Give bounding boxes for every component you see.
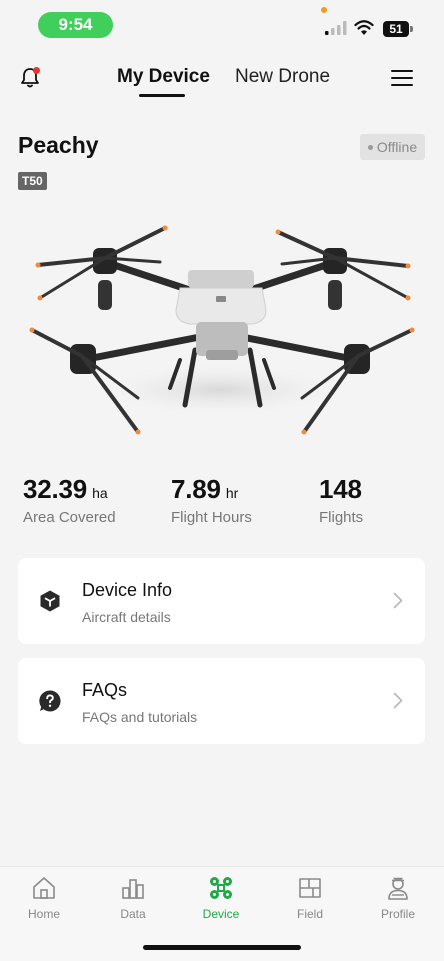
tab-label: Device xyxy=(202,907,240,921)
card-subtitle: Aircraft details xyxy=(82,609,171,625)
stat-value: 32.39 xyxy=(23,474,88,504)
status-badge: Offline xyxy=(360,134,425,160)
profile-icon xyxy=(388,877,408,900)
tab-device[interactable]: Device xyxy=(181,875,261,921)
stat-label: Area Covered xyxy=(23,509,116,526)
card-title: Device Info xyxy=(82,580,173,600)
notification-dot xyxy=(33,67,40,74)
stat-value: 148 xyxy=(319,474,362,504)
active-tab-indicator xyxy=(139,94,185,97)
question-bubble-icon xyxy=(39,690,61,712)
tab-profile[interactable]: Profile xyxy=(358,875,438,921)
device-name: Peachy xyxy=(18,132,99,158)
stat-value-row: 7.89 hr xyxy=(171,474,252,505)
tab-label: Data xyxy=(120,907,146,921)
card-title: FAQs xyxy=(82,680,128,700)
wifi-icon xyxy=(354,20,374,35)
status-text: Offline xyxy=(376,139,418,155)
cube-icon xyxy=(40,590,60,612)
stat-unit: hr xyxy=(225,485,239,501)
chevron-right-icon xyxy=(393,592,403,609)
menu-icon[interactable] xyxy=(391,70,413,86)
tab-label: Field xyxy=(296,907,323,921)
home-indicator xyxy=(143,945,301,950)
stat-value-row: 32.39 ha xyxy=(23,474,116,505)
status-dot xyxy=(367,144,373,150)
field-map-icon xyxy=(299,878,321,898)
stat-label: Flights xyxy=(319,509,364,526)
cellular-signal-icon xyxy=(325,21,347,35)
tab-field[interactable]: Field xyxy=(270,875,350,921)
tab-home[interactable]: Home xyxy=(4,875,84,921)
faqs-card[interactable]: FAQs FAQs and tutorials xyxy=(18,658,425,744)
device-info-card[interactable]: Device Info Aircraft details xyxy=(18,558,425,644)
stat-label: Flight Hours xyxy=(171,509,252,526)
home-icon xyxy=(33,877,55,899)
drone-icon xyxy=(210,877,232,899)
tab-new-drone[interactable]: New Drone xyxy=(235,66,330,88)
tab-data[interactable]: Data xyxy=(93,875,173,921)
card-subtitle: FAQs and tutorials xyxy=(82,709,198,725)
status-time: 9:54 xyxy=(38,12,113,38)
tab-label: Profile xyxy=(380,907,415,921)
stat-flight-hours: 7.89 hr Flight Hours xyxy=(171,474,252,526)
stat-flights: 148 Flights xyxy=(319,474,363,526)
privacy-indicator-dot xyxy=(321,7,327,13)
stat-value-row: 148 xyxy=(319,474,363,505)
tab-my-device[interactable]: My Device xyxy=(117,66,210,88)
drone-image xyxy=(29,225,415,435)
bar-chart-icon xyxy=(122,879,144,899)
stat-unit: ha xyxy=(92,485,108,501)
chevron-right-icon xyxy=(393,692,403,709)
model-badge: T50 xyxy=(18,172,47,190)
battery-icon: 51 xyxy=(383,21,409,37)
tab-label: Home xyxy=(27,907,60,921)
stat-value: 7.89 xyxy=(171,474,221,504)
battery-tip xyxy=(410,26,413,32)
stat-area-covered: 32.39 ha Area Covered xyxy=(23,474,116,526)
